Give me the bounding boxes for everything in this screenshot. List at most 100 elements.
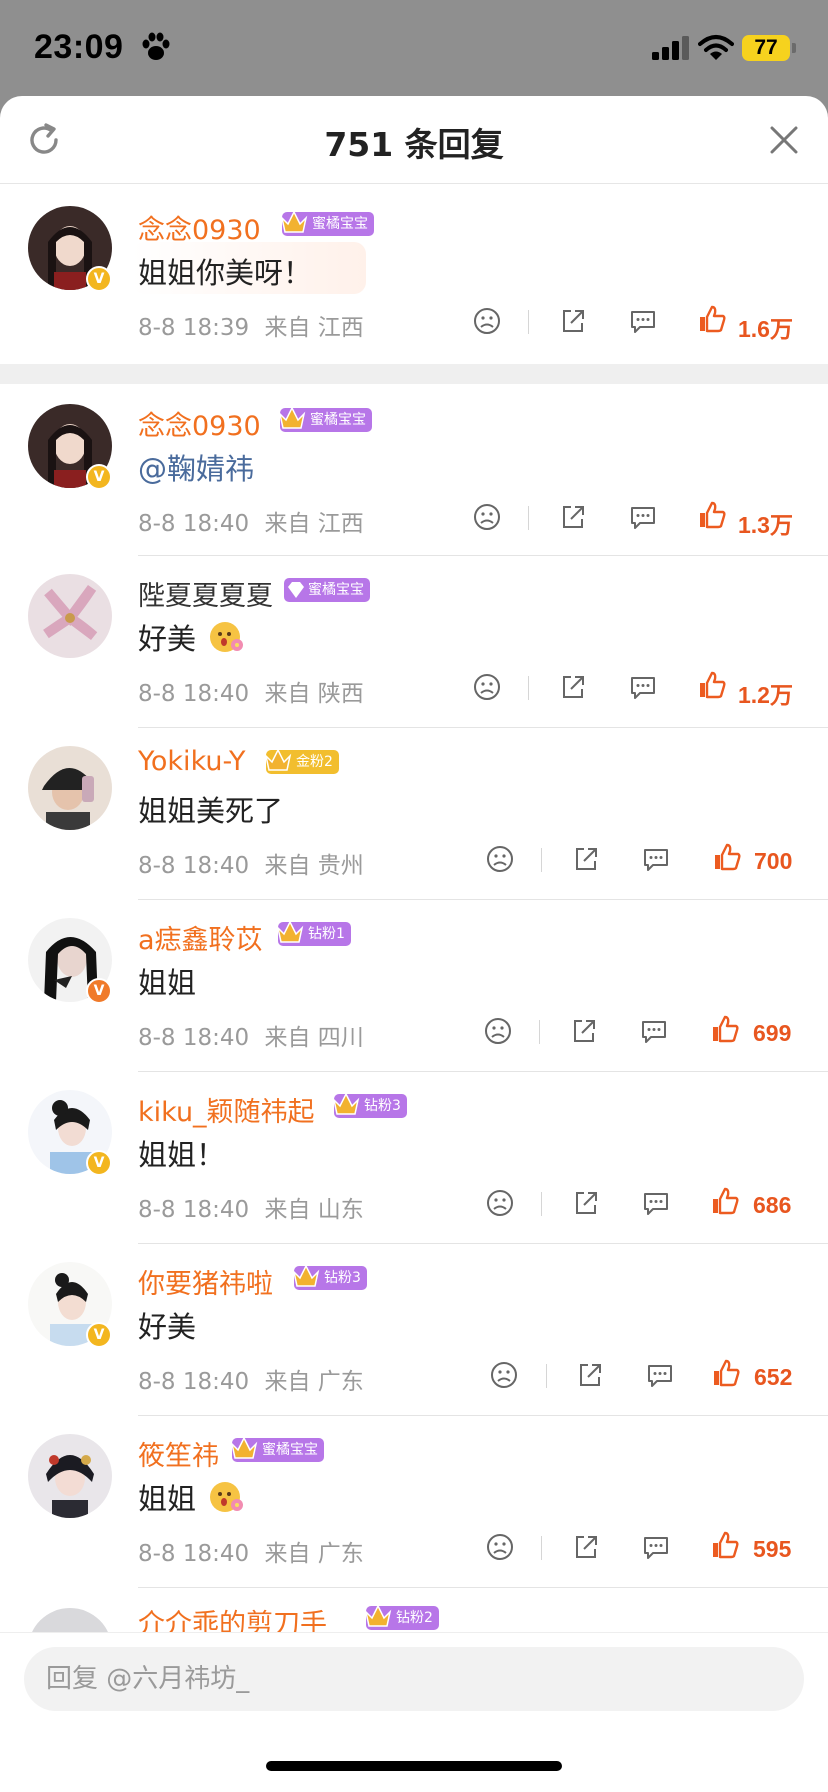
action-separator xyxy=(541,848,542,872)
close-icon[interactable] xyxy=(768,124,800,156)
dislike-icon[interactable] xyxy=(472,306,502,336)
comment-username[interactable]: 介介乖的剪刀手 xyxy=(138,1602,327,1632)
share-icon[interactable] xyxy=(558,502,588,532)
verified-badge-icon: V xyxy=(86,464,112,490)
comment-location: 来自 广东 xyxy=(264,1541,364,1567)
comment-item: 陛夏夏夏夏 蜜橘宝宝 好美 8-8 18:40 来自 陕西 1.2万 xyxy=(0,556,828,728)
crown-icon xyxy=(332,1092,360,1115)
comment-time: 8-8 18:40 xyxy=(138,853,250,879)
comment-meta: 8-8 18:40 来自 陕西 xyxy=(138,674,364,708)
comment-item: V a痣鑫聆苡 钻粉1 姐姐 8-8 18:40 来自 四川 699 xyxy=(0,900,828,1072)
share-icon[interactable] xyxy=(571,1532,601,1562)
like-count: 1.2万 xyxy=(738,682,793,708)
avatar[interactable] xyxy=(28,746,112,830)
comment-list[interactable]: V 念念0930 蜜橘宝宝 姐姐你美呀！ 8-8 18:39 来自 江西 1.6… xyxy=(0,184,828,1632)
sheet-title: 751 条回复 xyxy=(324,125,504,164)
dislike-icon[interactable] xyxy=(489,1360,519,1390)
comment-username[interactable]: 念念0930 xyxy=(138,208,261,247)
share-icon[interactable] xyxy=(571,1188,601,1218)
fan-badge[interactable]: 钻粉1 xyxy=(276,920,351,946)
badge-label: 蜜橘宝宝 xyxy=(308,582,364,598)
like-icon[interactable] xyxy=(712,842,742,872)
verified-badge-icon: V xyxy=(86,1322,112,1348)
like-icon[interactable] xyxy=(710,1186,740,1216)
comment-meta: 8-8 18:40 来自 山东 xyxy=(138,1190,364,1224)
comment-text: 姐姐！ xyxy=(138,1138,226,1172)
share-icon[interactable] xyxy=(558,306,588,336)
comment-item: Yokiku-Y 金粉2 姐姐美死了 8-8 18:40 来自 贵州 700 xyxy=(0,728,828,900)
comment-icon[interactable] xyxy=(628,502,658,532)
crown-icon xyxy=(364,1604,392,1627)
fan-badge[interactable]: 钻粉3 xyxy=(292,1264,367,1290)
avatar[interactable] xyxy=(28,574,112,658)
crown-icon xyxy=(278,406,306,429)
paw-icon xyxy=(142,32,170,60)
avatar[interactable] xyxy=(28,1608,112,1632)
dislike-icon[interactable] xyxy=(485,1188,515,1218)
fan-badge[interactable]: 金粉2 xyxy=(264,748,339,774)
badge-label: 钻粉3 xyxy=(324,1270,361,1286)
share-icon[interactable] xyxy=(569,1016,599,1046)
comment-location: 来自 陕西 xyxy=(264,681,364,707)
like-icon[interactable] xyxy=(697,500,727,530)
comment-icon[interactable] xyxy=(628,306,658,336)
comment-icon[interactable] xyxy=(641,1188,671,1218)
dislike-icon[interactable] xyxy=(483,1016,513,1046)
dislike-icon[interactable] xyxy=(485,1532,515,1562)
badge-label: 蜜橘宝宝 xyxy=(310,412,366,428)
comment-item: V 念念0930 蜜橘宝宝 @鞠婧祎 8-8 18:40 来自 江西 1.3万 xyxy=(0,384,828,556)
action-separator xyxy=(541,1536,542,1560)
comment-username[interactable]: 陛夏夏夏夏 xyxy=(138,574,273,613)
like-icon[interactable] xyxy=(711,1358,741,1388)
action-separator xyxy=(528,506,529,530)
comment-item: 筱笙祎 蜜橘宝宝 姐姐 8-8 18:40 来自 广东 595 xyxy=(0,1416,828,1588)
comment-username[interactable]: a痣鑫聆苡 xyxy=(138,918,263,957)
fan-badge[interactable]: 蜜橘宝宝 xyxy=(280,210,374,236)
comment-icon[interactable] xyxy=(645,1360,675,1390)
action-separator xyxy=(541,1192,542,1216)
fan-badge[interactable]: 蜜橘宝宝 xyxy=(284,578,370,602)
like-count: 652 xyxy=(754,1364,793,1390)
comment-icon[interactable] xyxy=(641,1532,671,1562)
reply-bar xyxy=(0,1632,828,1792)
like-count: 686 xyxy=(753,1192,792,1218)
badge-label: 钻粉2 xyxy=(396,1610,433,1626)
comment-username[interactable]: kiku_颖随祎起 xyxy=(138,1090,315,1129)
comment-icon[interactable] xyxy=(628,672,658,702)
status-time: 23:09 xyxy=(34,28,124,66)
fan-badge[interactable]: 蜜橘宝宝 xyxy=(230,1436,324,1462)
comment-icon[interactable] xyxy=(639,1016,669,1046)
like-icon[interactable] xyxy=(697,670,727,700)
dislike-icon[interactable] xyxy=(472,502,502,532)
verified-badge-icon: V xyxy=(86,1150,112,1176)
share-icon[interactable] xyxy=(558,672,588,702)
comment-username[interactable]: 念念0930 xyxy=(138,404,261,443)
fan-badge[interactable]: 蜜橘宝宝 xyxy=(278,406,372,432)
comment-location: 来自 江西 xyxy=(264,315,364,341)
dislike-icon[interactable] xyxy=(485,844,515,874)
comment-username[interactable]: 筱笙祎 xyxy=(138,1434,219,1473)
dislike-icon[interactable] xyxy=(472,672,502,702)
comment-time: 8-8 18:40 xyxy=(138,681,250,707)
comment-location: 来自 江西 xyxy=(264,511,364,537)
comment-meta: 8-8 18:40 来自 广东 xyxy=(138,1534,364,1568)
comment-text: 好美 xyxy=(138,616,245,658)
share-icon[interactable] xyxy=(571,844,601,874)
comment-item: V 你要猪祎啦 钻粉3 好美 8-8 18:40 来自 广东 652 xyxy=(0,1244,828,1416)
comment-mention[interactable]: @鞠婧祎 xyxy=(138,446,254,488)
share-icon[interactable] xyxy=(575,1360,605,1390)
like-icon[interactable] xyxy=(697,304,727,334)
verified-badge-icon: V xyxy=(86,978,112,1004)
comment-username[interactable]: 你要猪祎啦 xyxy=(138,1262,273,1301)
comment-time: 8-8 18:40 xyxy=(138,1197,250,1223)
reply-input[interactable] xyxy=(24,1647,804,1711)
comment-icon[interactable] xyxy=(641,844,671,874)
like-icon[interactable] xyxy=(710,1014,740,1044)
avatar[interactable] xyxy=(28,1434,112,1518)
fan-badge[interactable]: 钻粉2 xyxy=(364,1604,439,1630)
like-icon[interactable] xyxy=(710,1530,740,1560)
comment-time: 8-8 18:40 xyxy=(138,1369,250,1395)
fan-badge[interactable]: 钻粉3 xyxy=(332,1092,407,1118)
action-separator xyxy=(528,310,529,334)
comment-username[interactable]: Yokiku-Y xyxy=(138,746,246,777)
